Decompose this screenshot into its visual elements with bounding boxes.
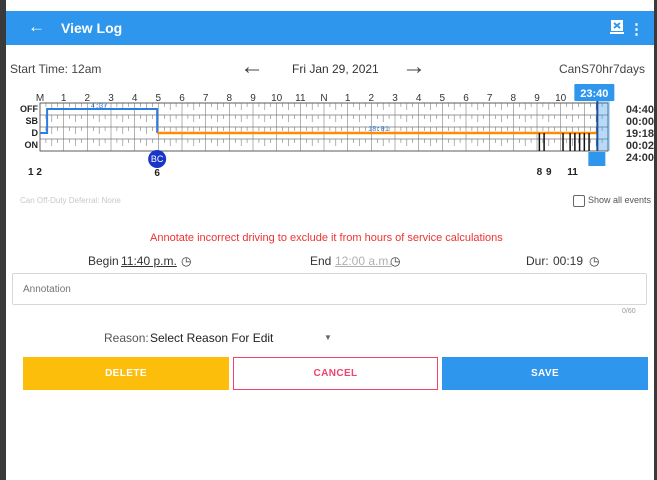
hour-label: 3 [108,93,114,104]
hour-label: 7 [487,93,493,104]
row-label-sb: SB [25,116,38,126]
row-label-on: ON [25,140,39,150]
hour-label: 1 [345,93,351,104]
hour-label: 10 [555,93,567,104]
delete-button[interactable]: DELETE [23,357,229,390]
hour-label: 11 [295,93,306,104]
end-label: End [310,254,332,268]
begin-time-value[interactable]: 11:40 p.m. [121,254,177,268]
duration-value: 00:19 [553,254,584,268]
segment-duration-label: 4:37 [91,103,108,111]
cancel-button-label: CANCEL [313,368,358,379]
hour-label: 9 [534,93,540,104]
chevron-down-icon[interactable]: ▼ [324,333,332,342]
clock-icon: ◷ [589,254,600,268]
event-number-label: 1 2 [28,167,42,178]
show-all-events-checkbox[interactable] [573,195,585,207]
hour-label: M [36,93,44,104]
hour-label: 3 [392,93,398,104]
log-date[interactable]: Fri Jan 29, 2021 [292,62,379,76]
reason-label: Reason: [104,331,149,345]
row-total: 00:00 [626,116,654,128]
page-title: View Log [61,20,123,36]
more-vert-icon[interactable]: ⋮ [629,20,644,38]
time-bubble-label: 23:40 [580,88,608,100]
event-number-label: 11 [567,167,578,178]
hour-label: 5 [156,93,162,104]
hour-label: 9 [250,93,256,104]
hour-label: 2 [369,93,375,104]
hour-label: 6 [463,93,469,104]
hour-label: 5 [440,93,446,104]
annotation-input[interactable] [12,273,647,305]
end-time-value: 12:00 a.m. [335,254,392,268]
cancel-button[interactable]: CANCEL [233,357,438,390]
row-label-d: D [32,128,39,138]
clock-icon[interactable]: ◷ [181,254,191,268]
screen-frame-left [0,0,6,480]
row-total: 24:00 [626,152,654,164]
hour-label: 4 [132,93,138,104]
app-bar: ← View Log ⋮ [6,11,654,45]
start-time-label: Start Time: 12am [10,62,102,76]
clock-icon: ◷ [390,254,401,268]
arrow-left-icon[interactable]: ← [28,17,45,37]
begin-label: Begin [88,254,119,268]
save-button[interactable]: SAVE [442,357,648,390]
row-total: 00:02 [626,140,654,152]
event-number-label: 6 [154,168,160,179]
event-number-label: 9 [546,167,552,178]
hour-label: 10 [271,93,283,104]
row-total: 04:40 [626,104,654,116]
save-button-label: SAVE [530,368,560,379]
hour-label: 7 [203,93,209,104]
hour-label: 8 [227,93,233,104]
row-label-off: OFF [20,104,38,114]
hour-label: 4 [416,93,422,104]
hour-label: 1 [61,93,67,104]
selection-handle [588,152,606,166]
selection-highlight [597,96,610,151]
reason-select[interactable]: Select Reason For Edit [150,331,273,345]
show-all-events-label: Show all events [588,195,652,205]
duty-status-graph[interactable]: M1234567891011N1234567891011MOFFSBDON04:… [0,84,657,180]
prev-day-arrow-icon[interactable]: ← [240,53,264,81]
ruleset-label: CanS70hr7days [558,62,645,76]
segment-duration-label: 18:01 [368,126,389,134]
next-day-arrow-icon[interactable]: → [402,53,426,81]
delete-button-label: DELETE [105,368,147,379]
row-total: 19:18 [626,128,654,140]
hour-label: 6 [179,93,185,104]
duration-label: Dur: [526,254,549,268]
hour-label: 2 [85,93,91,104]
hour-label: 8 [511,93,517,104]
event-marker-label: BC [151,154,164,164]
annotation-counter: 0/60 [622,308,636,315]
device-icon[interactable] [610,19,624,35]
hour-label: N [320,93,327,104]
event-number-label: 8 [537,167,543,178]
driving-notice: Annotate incorrect driving to exclude it… [150,232,503,244]
deferral-label: Can Off-Duty Deferral: None [20,196,121,205]
